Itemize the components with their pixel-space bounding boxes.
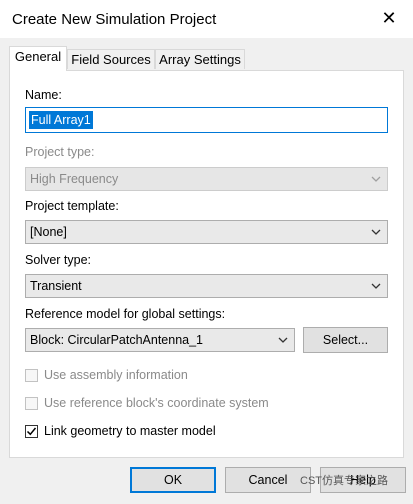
close-icon[interactable]: ✕ [379,8,399,28]
reference-model-select[interactable]: Block: CircularPatchAntenna_1 [25,328,295,352]
link-geometry-checkbox[interactable] [25,425,38,438]
name-field-value: Full Array1 [29,111,93,129]
select-button[interactable]: Select... [303,327,388,353]
link-geometry-label: Link geometry to master model [44,424,216,438]
solver-type-select[interactable]: Transient [25,274,388,298]
chevron-down-icon [371,283,381,289]
solver-type-label: Solver type: [25,253,92,267]
watermark: CST仿真专家之路 [300,475,388,487]
chevron-down-icon [371,229,381,235]
tab-field-sources[interactable]: Field Sources [67,49,155,69]
project-type-label: Project type: [25,145,95,159]
use-reference-coords-label: Use reference block's coordinate system [44,396,269,410]
chevron-down-icon [371,176,381,182]
tab-general[interactable]: General [9,46,67,71]
ok-button[interactable]: OK [130,467,216,493]
project-template-select[interactable]: [None] [25,220,388,244]
reference-model-label: Reference model for global settings: [25,307,226,321]
solver-type-value: Transient [30,279,82,293]
use-assembly-checkbox [25,369,38,382]
title-bar: Create New Simulation Project ✕ [0,0,413,38]
window-title: Create New Simulation Project [12,11,217,28]
chevron-down-icon [278,337,288,343]
name-label: Name: [25,88,62,102]
tab-array-settings[interactable]: Array Settings [155,49,245,69]
name-field[interactable]: Full Array1 [25,107,388,133]
project-template-label: Project template: [25,199,119,213]
dialog-body: General Field Sources Array Settings Nam… [0,38,413,504]
reference-model-value: Block: CircularPatchAntenna_1 [30,333,204,347]
project-type-value: High Frequency [30,172,119,186]
project-template-value: [None] [30,225,67,239]
project-type-select: High Frequency [25,167,388,191]
cancel-button[interactable]: Cancel [225,467,311,493]
general-panel: Name: Full Array1 Project type: High Fre… [9,70,404,458]
use-assembly-label: Use assembly information [44,368,188,382]
use-reference-coords-checkbox [25,397,38,410]
checkmark-icon [26,427,37,436]
